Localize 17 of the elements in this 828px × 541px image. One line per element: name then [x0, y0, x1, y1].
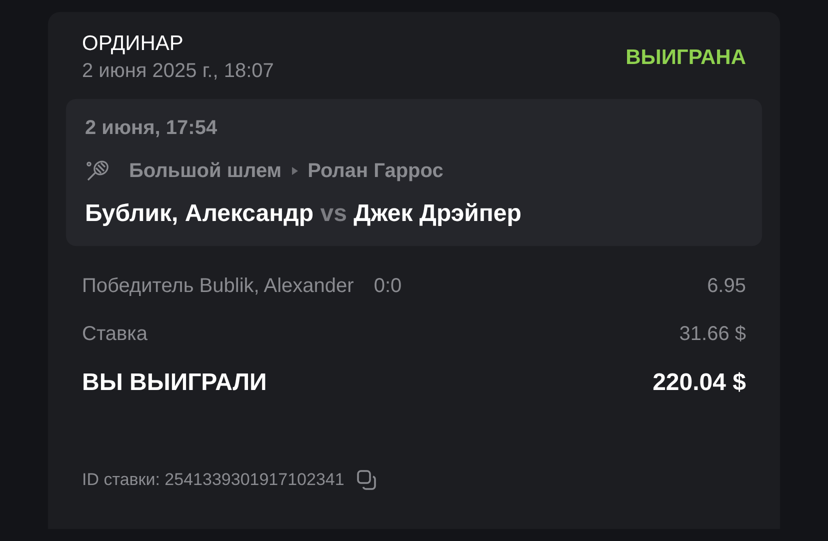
match-title: Бублик, Александр vs Джек Дрэйпер: [85, 200, 522, 228]
bet-status: ВЫИГРАНА: [626, 46, 746, 70]
tournament-name: Ролан Гаррос: [308, 160, 444, 182]
detail-value: 31.66 $: [679, 322, 746, 346]
tournament-name: Большой шлем: [129, 160, 282, 182]
bet-date: 2 июня 2025 г., 18:07: [82, 60, 274, 83]
bet-type: ОРДИНАР: [82, 32, 184, 56]
detail-label: Ставка: [82, 322, 148, 346]
chevron-right-icon: [292, 167, 298, 175]
copy-icon[interactable]: [356, 469, 378, 491]
score: 0:0: [374, 274, 402, 298]
winnings-label: ВЫ ВЫИГРАЛИ: [82, 369, 267, 397]
detail-value: 6.95: [707, 274, 746, 298]
event-date: 2 июня, 17:54: [85, 117, 218, 140]
detail-label: Победитель Bublik, Alexander: [82, 274, 354, 298]
winnings-value: 220.04 $: [652, 369, 746, 397]
bet-id: ID ставки: 2541339301917102341: [82, 470, 344, 490]
